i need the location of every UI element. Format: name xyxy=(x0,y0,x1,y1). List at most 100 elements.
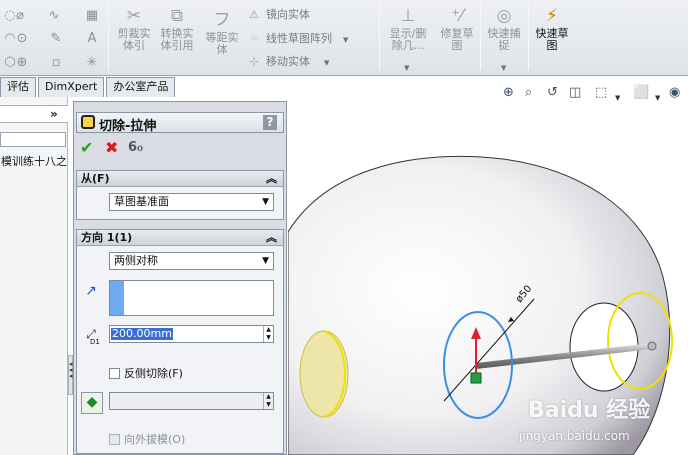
centerline-icon[interactable]: ✳ xyxy=(84,55,100,71)
repair-sketch-button[interactable]: ⁺⁄ 修复草图 xyxy=(437,6,477,52)
linear-pattern-dropdown-icon[interactable]: ▼ xyxy=(343,36,348,44)
tree-filter-field[interactable] xyxy=(0,132,66,147)
chevron-down-icon: ▼ xyxy=(262,256,269,266)
linear-pattern-icon: ⁘ xyxy=(249,32,259,45)
toolbar-separator xyxy=(108,4,109,70)
origin-icon xyxy=(470,372,482,384)
move-icon: ⊹ xyxy=(249,55,259,68)
mirror-entities-label: 镜向实体 xyxy=(266,8,310,21)
zoom-to-area-icon[interactable]: ⌕ xyxy=(525,84,532,102)
draft-outward-checkbox: 向外拔模(O) xyxy=(109,433,185,447)
direction1-group: 方向 1(1) ︽ 两侧对称 ▼ ↗ ⤢ D1 200.00mm ▲ ▼ 反侧切除… xyxy=(76,229,284,454)
direction1-group-title: 方向 1(1) xyxy=(81,231,133,244)
repair-icon: ⁺⁄ xyxy=(451,6,463,26)
convert-icon: ⧉ xyxy=(170,6,184,26)
tab-evaluate[interactable]: 评估 xyxy=(0,77,36,97)
preview-glasses-icon[interactable]: 6ℴ xyxy=(128,139,143,157)
offset-entities-label: 等距实体 xyxy=(205,31,239,56)
checkbox-box[interactable] xyxy=(109,368,120,379)
view-orientation-icon[interactable]: ⬚ xyxy=(595,84,607,102)
toolbar-separator xyxy=(480,4,481,70)
spin-arrows-icon[interactable]: ▲ ▼ xyxy=(263,326,273,342)
repair-sketch-label: 修复草图 xyxy=(440,27,474,52)
display-style-icon[interactable]: ⬜ xyxy=(633,84,649,102)
checkbox-box xyxy=(109,434,120,445)
from-start-condition-value: 草图基准面 xyxy=(114,195,169,208)
help-button[interactable]: ? xyxy=(263,115,277,130)
linear-pattern-button[interactable]: ⁘ 线性草图阵列 xyxy=(246,31,332,47)
end-condition-select[interactable]: 两侧对称 ▼ xyxy=(109,252,274,270)
left-cut-face[interactable] xyxy=(299,330,349,418)
toolbar-separator xyxy=(528,4,529,70)
watermark-logo: Baidu 经验 xyxy=(528,398,651,423)
convert-entities-label: 转换实体引用 xyxy=(160,27,194,52)
quick-snaps-dropdown-icon[interactable]: ▼ xyxy=(501,64,506,72)
depth-dimension-label: D1 xyxy=(90,338,100,346)
view-orientation-dropdown-icon[interactable]: ▼ xyxy=(615,89,620,107)
previous-view-icon[interactable]: ↺ xyxy=(547,84,558,102)
move-dropdown-icon[interactable]: ▼ xyxy=(324,59,329,67)
from-group: 从(F) ︽ 草图基准面 ▼ xyxy=(76,170,284,220)
tab-dimxpert[interactable]: DimXpert xyxy=(38,77,105,97)
relations-dropdown-icon[interactable]: ▼ xyxy=(404,64,409,72)
slot-icon[interactable]: ⊕ xyxy=(14,55,30,71)
circle-dropdown-icon[interactable]: ⌀ xyxy=(12,8,28,24)
offset-icon: フ xyxy=(213,10,231,30)
mirror-entities-button[interactable]: ⚠ 镜向实体 xyxy=(246,7,310,23)
grid-icon[interactable]: ▦ xyxy=(84,8,100,24)
text-icon[interactable]: A xyxy=(84,31,100,47)
collapse-chevron-icon[interactable]: ︽ xyxy=(266,171,277,186)
trim-icon: ✂ xyxy=(126,6,142,26)
feature-manager-tree: » 模训练十八之 xyxy=(0,97,68,455)
rod-end-point[interactable] xyxy=(647,341,657,351)
watermark-url: jingyan.baidu.com xyxy=(519,429,630,443)
direction1-group-header[interactable]: 方向 1(1) ︽ xyxy=(77,230,283,246)
spin-arrows-icon: ▲ ▼ xyxy=(263,393,273,409)
collapse-chevron-icon[interactable]: ︽ xyxy=(266,230,277,245)
direction-reference-listbox[interactable] xyxy=(109,280,274,316)
display-style-dropdown-icon[interactable]: ▼ xyxy=(655,89,660,107)
hide-show-items-icon[interactable]: ◉ xyxy=(669,84,680,102)
command-manager-tabs: 评估 DimXpert 办公室产品 xyxy=(0,77,177,97)
tab-office-products[interactable]: 办公室产品 xyxy=(106,77,176,97)
display-delete-relations-button[interactable]: ⊥ 显示/删除几... xyxy=(387,6,429,52)
flip-side-to-cut-checkbox[interactable]: 反侧切除(F) xyxy=(109,367,183,381)
direction-arrow-icon[interactable]: ↗ xyxy=(82,282,100,300)
draft-toggle-icon[interactable]: ◆ xyxy=(81,392,103,414)
collapse-arrows-icon: ◂ ◂ ◂ xyxy=(69,360,73,380)
quick-snaps-button[interactable]: ◎ 快速捕捉 xyxy=(485,6,523,52)
draft-outward-label: 向外拔模(O) xyxy=(124,433,186,446)
command-manager-toolbar: ◌ ⌀ ∿ ▦ ◠ ⊙ ✎ A ⬡ ⊕ ▫ ✳ ✂ 剪裁实体引 ⧉ 转换实体引用… xyxy=(0,0,688,76)
tree-expand-button[interactable]: » xyxy=(50,107,58,121)
move-entities-label: 移动实体 xyxy=(266,55,310,68)
mirror-icon: ⚠ xyxy=(249,8,259,21)
trim-entities-button[interactable]: ✂ 剪裁实体引 xyxy=(115,6,153,52)
from-start-condition-select[interactable]: 草图基准面 ▼ xyxy=(109,193,274,211)
property-manager-panel: 切除-拉伸 ? ✔ ✖ 6ℴ 从(F) ︽ 草图基准面 ▼ 方向 1(1) ︽ … xyxy=(73,101,287,455)
property-manager-title-bar: 切除-拉伸 ? xyxy=(76,112,284,134)
move-entities-button[interactable]: ⊹ 移动实体 xyxy=(246,54,310,70)
convert-entities-button[interactable]: ⧉ 转换实体引用 xyxy=(158,6,196,52)
end-condition-value: 两侧对称 xyxy=(114,254,158,267)
draft-angle-spinbox: ▲ ▼ xyxy=(109,392,274,410)
edit-icon[interactable]: ✎ xyxy=(48,31,64,47)
rapid-sketch-icon: ⚡ xyxy=(546,6,558,26)
cancel-x-icon[interactable]: ✖ xyxy=(105,139,118,157)
depth-spinbox[interactable]: 200.00mm ▲ ▼ xyxy=(109,325,274,343)
depth-value[interactable]: 200.00mm xyxy=(111,328,173,340)
toolbar-separator xyxy=(379,4,380,70)
zoom-to-fit-icon[interactable]: ⊕ xyxy=(503,84,514,102)
tree-item-part[interactable]: 模训练十八之 xyxy=(1,153,67,169)
rapid-sketch-button[interactable]: ⚡ 快速草图 xyxy=(533,6,571,52)
quick-snaps-label: 快速捕捉 xyxy=(487,27,521,52)
spline-icon[interactable]: ∿ xyxy=(46,8,62,24)
ellipse-icon[interactable]: ⊙ xyxy=(14,31,30,47)
flip-side-to-cut-label: 反侧切除(F) xyxy=(124,367,183,380)
section-view-icon[interactable]: ◫ xyxy=(569,84,581,102)
ok-checkmark-icon[interactable]: ✔ xyxy=(80,139,93,157)
tree-header-bar xyxy=(0,105,68,123)
offset-entities-button[interactable]: フ 等距实体 xyxy=(203,10,241,56)
point-icon[interactable]: ▫ xyxy=(48,55,64,71)
from-group-header[interactable]: 从(F) ︽ xyxy=(77,171,283,187)
relations-icon: ⊥ xyxy=(400,6,416,26)
